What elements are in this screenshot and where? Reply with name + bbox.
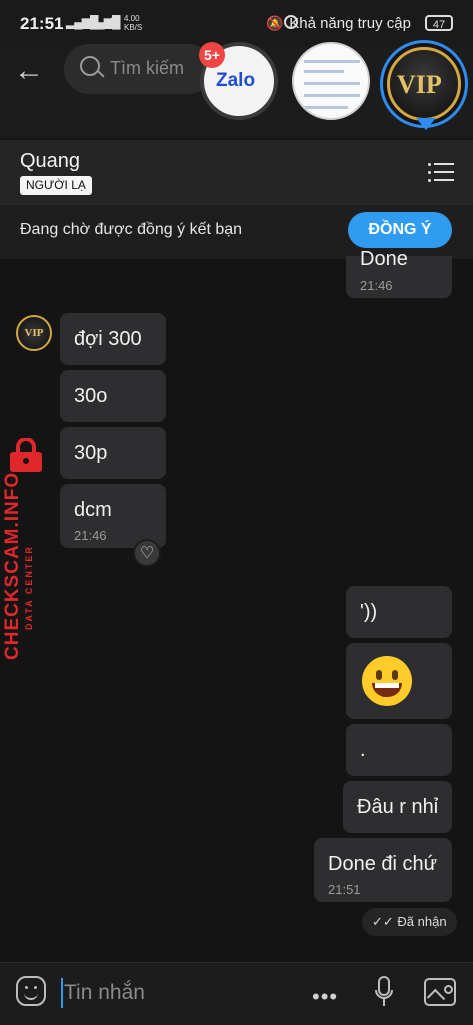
grinning-emoji-icon <box>362 656 412 706</box>
search-icon <box>80 56 100 76</box>
friend-request-text: Đang chờ được đồng ý kết bạn <box>20 221 243 238</box>
double-check-icon: ✓✓ <box>372 914 394 929</box>
message-time: 21:46 <box>74 528 107 543</box>
more-options-icon[interactable]: ••• <box>312 984 338 1010</box>
message-text: đợi 300 <box>74 328 142 350</box>
watermark: CHECKSCAM.INFO DATA CENTER <box>2 471 34 660</box>
message-text: Done <box>360 248 408 270</box>
message-text: 30o <box>74 385 108 407</box>
notification-badge: 5+ <box>199 42 225 68</box>
message-time: 21:51 <box>328 882 361 897</box>
message-text: . <box>360 739 366 761</box>
message-bubble[interactable]: 30o <box>60 370 166 422</box>
bell-off-icon: 🔕 <box>266 15 284 31</box>
wifi-icon: ◠ <box>108 13 120 29</box>
message-text: Đâu r nhỉ <box>357 796 439 818</box>
message-bubble[interactable]: . <box>346 724 452 776</box>
menu-list-icon[interactable] <box>428 162 454 182</box>
message-bubble[interactable]: Đâu r nhỉ <box>343 781 452 833</box>
message-text: dcm <box>74 499 112 521</box>
message-bubble[interactable]: 30p <box>60 427 166 479</box>
message-bubble[interactable]: Done đi chứ 21:51 <box>314 838 452 902</box>
message-time: 21:46 <box>360 278 393 293</box>
active-indicator <box>416 118 436 130</box>
screenshot-chat-head[interactable] <box>292 42 370 120</box>
image-picker-icon[interactable] <box>424 978 456 1008</box>
message-input[interactable]: Tin nhắn <box>64 981 145 1005</box>
message-text: ')) <box>360 601 378 623</box>
microphone-icon[interactable] <box>374 976 394 1008</box>
message-text: Done đi chứ <box>328 853 438 875</box>
watermark-main: CHECKSCAM.INFO <box>2 471 23 660</box>
message-bubble[interactable]: Done 21:46 <box>346 248 452 298</box>
stranger-tag: NGƯỜI LẠ <box>20 176 92 195</box>
heart-react-icon[interactable]: ♡ <box>133 539 161 567</box>
contact-name[interactable]: Quang <box>20 150 80 173</box>
battery-icon: 47 <box>425 15 453 31</box>
watermark-sub: DATA CENTER <box>24 545 34 630</box>
back-arrow-icon[interactable]: ← <box>14 54 44 88</box>
search-placeholder: Tìm kiếm <box>110 58 184 78</box>
vip-label: VIP <box>397 70 442 99</box>
accessibility-text: Khả năng truy cập <box>289 15 411 32</box>
net-speed: 4.00 KB/S <box>124 14 143 32</box>
status-time: 21:51 <box>20 14 64 33</box>
message-bubble[interactable]: ')) <box>346 586 452 638</box>
accept-button[interactable]: ĐỒNG Ý <box>348 212 452 248</box>
text-caret <box>61 978 63 1008</box>
avatar[interactable]: VIP <box>16 315 52 351</box>
lock-watermark-icon <box>10 438 42 472</box>
message-text: 30p <box>74 442 108 464</box>
delivery-status: ✓✓ Đã nhận <box>362 908 457 936</box>
sticker-icon[interactable] <box>16 976 46 1006</box>
message-bubble[interactable]: đợi 300 <box>60 313 166 365</box>
zalo-logo: Zalo <box>216 70 256 91</box>
